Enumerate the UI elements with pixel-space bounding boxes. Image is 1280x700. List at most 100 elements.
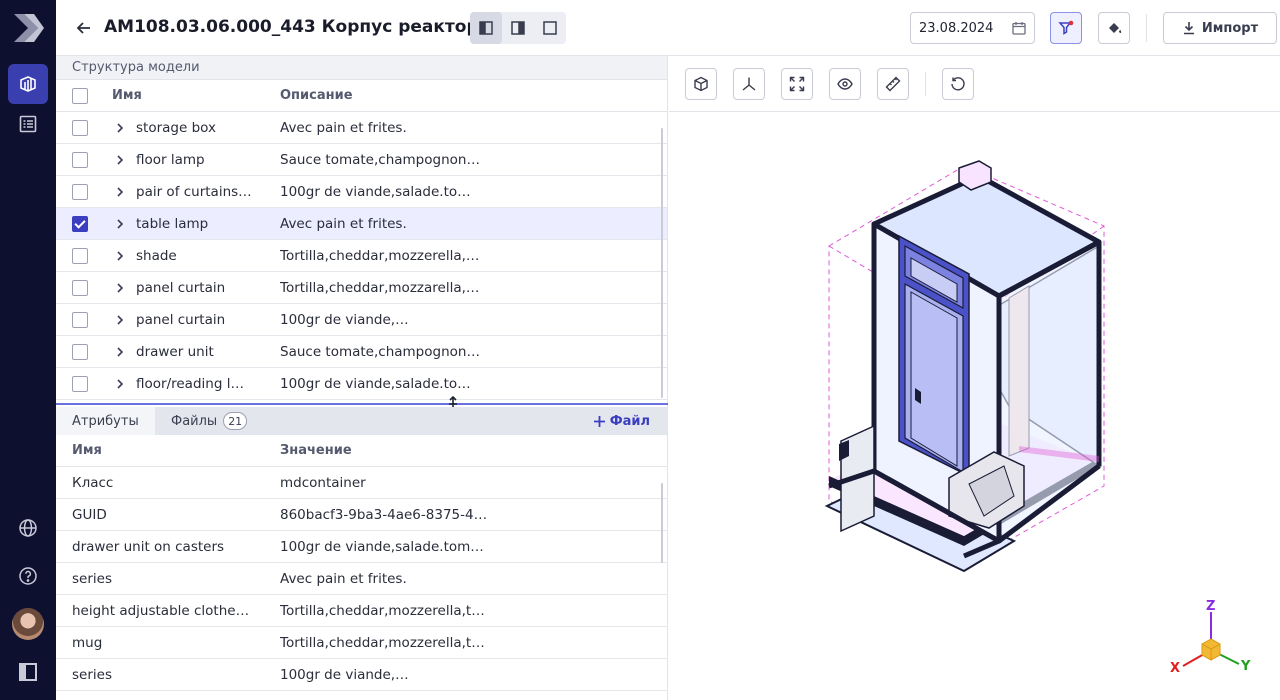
axis-y-label: Y — [1240, 659, 1251, 674]
row-description: 100gr de viande,salade.tomat… — [280, 183, 480, 200]
import-button[interactable]: Импорт — [1163, 12, 1277, 44]
list-nav-button[interactable] — [8, 104, 48, 144]
measure-button[interactable] — [877, 68, 909, 100]
attribute-value: 860bacf3-9ba3-4ae6-8375-41… — [280, 506, 490, 523]
model-3d-render[interactable] — [819, 156, 1119, 576]
attributes-scrollbar[interactable] — [661, 483, 663, 563]
reset-icon — [951, 77, 965, 91]
back-button[interactable] — [72, 16, 96, 40]
attribute-name: drawer unit on casters — [72, 538, 225, 555]
tree-row[interactable]: pair of curtains… 100gr de viande,salade.… — [56, 176, 667, 208]
ruler-icon — [885, 76, 901, 92]
row-name: pair of curtains… — [136, 183, 252, 200]
expand-chevron-icon[interactable] — [104, 282, 136, 294]
attribute-name: mug — [72, 634, 103, 651]
layout-right-panel-button[interactable] — [502, 12, 534, 44]
layout-full-button[interactable] — [534, 12, 566, 44]
paint-button[interactable] — [1098, 12, 1130, 44]
tree-row[interactable]: shade Tortilla,cheddar,mozzerella,to… — [56, 240, 667, 272]
fit-view-button[interactable] — [781, 68, 813, 100]
reset-view-button[interactable] — [942, 68, 974, 100]
expand-chevron-icon[interactable] — [104, 378, 136, 390]
tab-files[interactable]: Файлы 21 — [171, 407, 248, 435]
attribute-name: height adjustable clothe… — [72, 602, 250, 619]
select-all-checkbox[interactable] — [72, 87, 88, 104]
tree-row[interactable]: floor/reading l… 100gr de viande,salade.t… — [56, 368, 667, 400]
axes-icon — [742, 77, 756, 91]
axes-button[interactable] — [733, 68, 765, 100]
header-divider — [1146, 14, 1147, 42]
globe-nav-button[interactable] — [8, 508, 48, 548]
help-nav-button[interactable] — [8, 556, 48, 596]
date-field[interactable]: 23.08.2024 — [910, 12, 1035, 44]
attribute-value: 100gr de viande,salade.tomat… — [280, 538, 490, 555]
expand-chevron-icon[interactable] — [104, 250, 136, 262]
row-description: Avec pain et frites. — [280, 215, 407, 232]
row-checkbox[interactable] — [72, 151, 88, 168]
column-attr-value: Значение — [280, 443, 352, 458]
tree-row[interactable]: panel curtain Tortilla,cheddar,mozzarella… — [56, 272, 667, 304]
paint-bucket-icon — [1109, 23, 1122, 33]
expand-chevron-icon[interactable] — [104, 122, 136, 134]
attribute-row[interactable]: series 100gr de viande,… — [56, 659, 668, 691]
tree-row[interactable]: storage box Avec pain et frites. — [56, 112, 667, 144]
add-file-button[interactable]: Файл — [593, 407, 650, 435]
row-name: floor lamp — [136, 151, 205, 168]
import-label: Импорт — [1201, 20, 1259, 36]
expand-icon — [789, 76, 805, 92]
layout-left-panel-button[interactable] — [470, 12, 502, 44]
attribute-row[interactable]: Класс mdcontainer — [56, 467, 668, 499]
row-checkbox[interactable] — [72, 375, 88, 392]
visibility-button[interactable] — [829, 68, 861, 100]
filter-button[interactable] — [1050, 12, 1082, 44]
calendar-icon[interactable] — [1012, 21, 1026, 35]
expand-chevron-icon[interactable] — [104, 218, 136, 230]
logo-icon[interactable] — [10, 10, 46, 46]
expand-chevron-icon[interactable] — [104, 346, 136, 358]
row-description: 100gr de viande,salade.tomat… — [280, 375, 480, 392]
attribute-row[interactable]: GUID 860bacf3-9ba3-4ae6-8375-41… — [56, 499, 668, 531]
structure-table-header: Имя Описание — [56, 80, 667, 112]
model-nav-button[interactable] — [8, 64, 48, 104]
row-checkbox[interactable] — [72, 311, 88, 328]
files-count-badge: 21 — [223, 412, 248, 430]
help-icon — [19, 567, 37, 585]
attribute-row[interactable]: series Avec pain et frites. — [56, 563, 668, 595]
row-checkbox[interactable] — [72, 119, 88, 136]
row-checkbox[interactable] — [72, 279, 88, 296]
row-checkbox[interactable] — [72, 247, 88, 264]
row-checkbox[interactable] — [72, 343, 88, 360]
avatar[interactable] — [12, 608, 44, 640]
tree-row[interactable]: floor lamp Sauce tomate,champognons,… — [56, 144, 667, 176]
expand-chevron-icon[interactable] — [104, 154, 136, 166]
cube-icon — [694, 76, 708, 92]
row-checkbox[interactable] — [72, 183, 88, 200]
row-name: panel curtain — [136, 311, 226, 328]
bottom-tabs: Атрибуты Файлы 21 Файл — [56, 407, 668, 435]
attributes-table-header: Имя Значение — [56, 435, 668, 467]
page-title: AM108.03.06.000_443 Корпус реактора — [104, 17, 491, 37]
eye-icon — [837, 78, 853, 90]
attribute-row[interactable]: drawer unit on casters 100gr de viande,sa… — [56, 531, 668, 563]
collapse-sidebar-button[interactable] — [8, 652, 48, 692]
expand-chevron-icon[interactable] — [104, 186, 136, 198]
attribute-row[interactable]: height adjustable clothe… Tortilla,chedda… — [56, 595, 668, 627]
expand-chevron-icon[interactable] — [104, 314, 136, 326]
tree-row[interactable]: drawer unit Sauce tomate,champognons,… — [56, 336, 667, 368]
model-viewer[interactable]: Z X Y — [669, 56, 1280, 700]
row-checkbox[interactable] — [72, 215, 88, 232]
panel-splitter[interactable] — [56, 403, 668, 405]
left-panel: Структура модели Имя Описание storage bo… — [56, 56, 668, 700]
tab-attributes[interactable]: Атрибуты — [56, 407, 155, 435]
column-attr-name: Имя — [72, 443, 102, 458]
tree-row[interactable]: table lamp Avec pain et frites. — [56, 208, 667, 240]
column-name: Имя — [112, 88, 142, 103]
tree-row[interactable]: panel curtain 100gr de viande,… — [56, 304, 667, 336]
row-name: storage box — [136, 119, 216, 136]
row-description: 100gr de viande,… — [280, 311, 409, 328]
tree-scrollbar[interactable] — [661, 128, 663, 398]
view-cube-button[interactable] — [685, 68, 717, 100]
panel-right-icon — [511, 21, 525, 35]
attribute-row[interactable]: mug Tortilla,cheddar,mozzerella,to… — [56, 627, 668, 659]
list-icon — [19, 115, 37, 133]
